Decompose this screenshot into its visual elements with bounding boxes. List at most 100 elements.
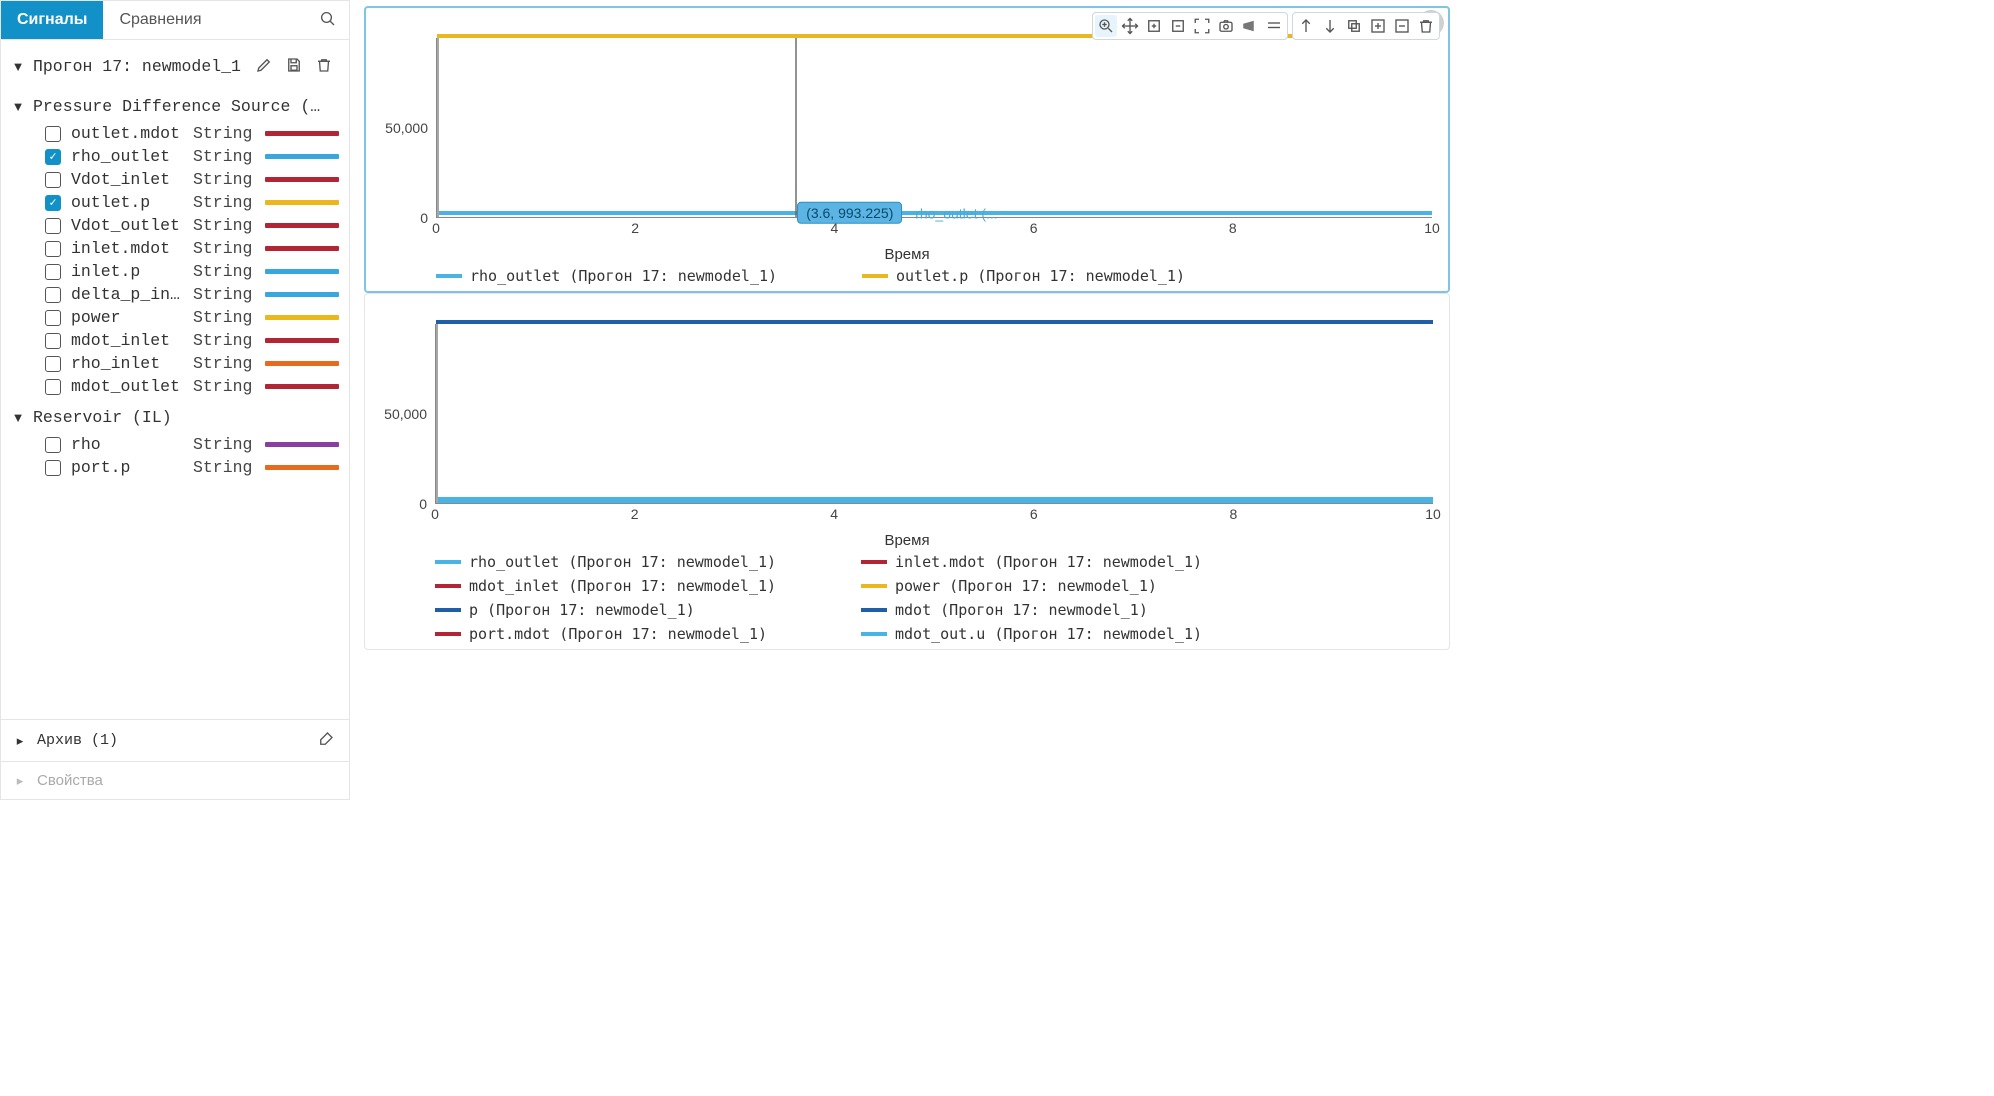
plot-area[interactable]: 050,000 (3.6, 993.225) rho_outlet (... 0… [372,38,1442,248]
trash-icon [315,56,333,74]
signal-name: delta_p_in… [71,285,183,304]
delete-pane-button[interactable] [1415,15,1437,37]
copy-button[interactable] [1343,15,1365,37]
signal-row[interactable]: mdot_inlet String [45,329,339,352]
zoom-in-button-icon [1145,17,1163,35]
signal-row[interactable]: Vdot_inlet String [45,168,339,191]
signal-type: String [193,435,255,454]
signal-checkbox[interactable] [45,379,61,395]
signal-name: rho_outlet [71,147,183,166]
legend-item[interactable]: inlet.mdot (Прогон 17: newmodel_1) [861,553,1261,571]
copy-button-icon [1345,17,1363,35]
signal-checkbox[interactable] [45,333,61,349]
properties-section[interactable]: ▸ Свойства [1,761,349,799]
signal-row[interactable]: Vdot_outlet String [45,214,339,237]
signal-list: outlet.mdot String ✓ rho_outlet String V… [11,122,339,398]
legend-swatch [861,560,887,564]
y-tick: 0 [420,210,428,226]
signal-checkbox[interactable]: ✓ [45,195,61,211]
signal-row[interactable]: mdot_outlet String [45,375,339,398]
signal-checkbox[interactable] [45,287,61,303]
archive-caret-icon: ▸ [13,733,27,749]
x-tick: 8 [1229,506,1237,522]
chart-tooltip-series: rho_outlet (... [915,206,998,222]
legend-item[interactable]: rho_outlet (Прогон 17: newmodel_1) [436,267,836,285]
x-tick: 2 [631,506,639,522]
signal-row[interactable]: ✓ outlet.p String [45,191,339,214]
signal-row[interactable]: inlet.p String [45,260,339,283]
pan-button[interactable] [1119,15,1141,37]
group-caret-icon: ▼ [11,410,25,425]
signal-checkbox[interactable] [45,264,61,280]
fit-button[interactable] [1191,15,1213,37]
plot-area[interactable]: 050,000 0246810 [371,324,1443,534]
signal-row[interactable]: rho String [45,433,339,456]
tag-button-icon [1241,17,1259,35]
zoom-button-icon [1097,17,1115,35]
properties-label: Свойства [37,772,337,789]
signal-row[interactable]: inlet.mdot String [45,237,339,260]
zoom-button[interactable] [1095,15,1117,37]
search-button[interactable] [307,2,349,39]
legend-item[interactable]: rho_outlet (Прогон 17: newmodel_1) [435,553,835,571]
signal-row[interactable]: rho_inlet String [45,352,339,375]
signal-row[interactable]: delta_p_in… String [45,283,339,306]
remove-pane-button[interactable] [1391,15,1413,37]
tab-signals[interactable]: Сигналы [1,1,103,39]
signal-name: Vdot_inlet [71,170,183,189]
axis-zero-line [437,38,439,217]
zoom-in-button[interactable] [1143,15,1165,37]
lines-button[interactable] [1263,15,1285,37]
brush-button[interactable] [315,730,337,751]
add-pane-button-icon [1369,17,1387,35]
signal-row[interactable]: port.p String [45,456,339,479]
charts-area: + [350,0,1460,800]
signal-row[interactable]: outlet.mdot String [45,122,339,145]
legend-swatch [435,608,461,612]
signal-checkbox[interactable] [45,126,61,142]
pencil-icon [255,56,273,74]
legend-item[interactable]: mdot_out.u (Прогон 17: newmodel_1) [861,625,1261,643]
legend-item[interactable]: p (Прогон 17: newmodel_1) [435,601,835,619]
run-caret-icon[interactable]: ▼ [11,59,25,74]
x-tick: 0 [431,506,439,522]
legend-item[interactable]: power (Прогон 17: newmodel_1) [861,577,1261,595]
signal-checkbox[interactable] [45,437,61,453]
signal-row[interactable]: ✓ rho_outlet String [45,145,339,168]
delete-button[interactable] [313,56,335,77]
chart-toolbar [1092,12,1440,40]
signal-checkbox[interactable] [45,310,61,326]
legend-item[interactable]: mdot (Прогон 17: newmodel_1) [861,601,1261,619]
add-pane-button[interactable] [1367,15,1389,37]
move-down-button[interactable] [1319,15,1341,37]
tab-compare[interactable]: Сравнения [103,1,217,39]
archive-section[interactable]: ▸ Архив (1) [1,719,349,761]
run-title: Прогон 17: newmodel_1 [33,57,245,76]
signal-checkbox[interactable] [45,218,61,234]
chart-pane[interactable]: 050,000 (3.6, 993.225) rho_outlet (... 0… [364,6,1450,293]
tag-button[interactable] [1239,15,1261,37]
signal-checkbox[interactable]: ✓ [45,149,61,165]
legend-item[interactable]: mdot_inlet (Прогон 17: newmodel_1) [435,577,835,595]
run-header: ▼ Прогон 17: newmodel_1 [11,46,339,87]
search-icon [319,10,337,28]
signal-name: rho_inlet [71,354,183,373]
legend-item[interactable]: port.mdot (Прогон 17: newmodel_1) [435,625,835,643]
signal-checkbox[interactable] [45,241,61,257]
chart-pane[interactable]: 050,000 0246810 Время rho_outlet (Прогон… [364,293,1450,650]
save-button[interactable] [283,56,305,77]
zoom-out-button[interactable] [1167,15,1189,37]
signal-checkbox[interactable] [45,460,61,476]
group-header[interactable]: ▼ Pressure Difference Source (… [11,87,339,122]
snapshot-button[interactable] [1215,15,1237,37]
signal-row[interactable]: power String [45,306,339,329]
signal-checkbox[interactable] [45,356,61,372]
signal-checkbox[interactable] [45,172,61,188]
move-up-button[interactable] [1295,15,1317,37]
legend-swatch [435,584,461,588]
legend-item[interactable]: outlet.p (Прогон 17: newmodel_1) [862,267,1262,285]
axis-zero-line [436,324,438,503]
signal-type: String [193,147,255,166]
group-header[interactable]: ▼ Reservoir (IL) [11,398,339,433]
edit-button[interactable] [253,56,275,77]
